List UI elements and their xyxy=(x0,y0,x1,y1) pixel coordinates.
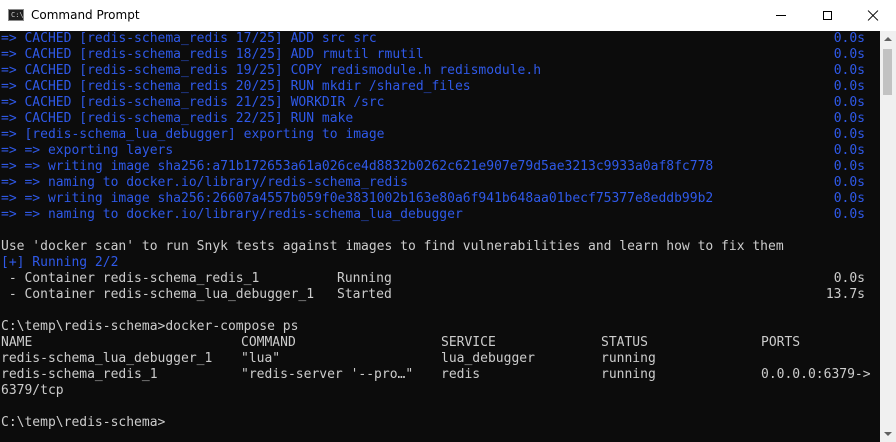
container-line: - Container redis-schema_redis_1 Running… xyxy=(1,271,865,286)
window-title: Command Prompt xyxy=(31,8,140,22)
running-status: [+] Running 2/2 xyxy=(1,255,119,270)
command-prompt-window: C:\ Command Prompt => CACHED [redis-sche… xyxy=(0,0,896,442)
console-output[interactable]: => CACHED [redis-schema_redis 17/25] ADD… xyxy=(0,31,880,442)
scroll-up-icon[interactable] xyxy=(884,37,892,41)
build-line: => CACHED [redis-schema_redis 19/25] COP… xyxy=(1,63,865,78)
title-bar[interactable]: C:\ Command Prompt xyxy=(0,0,896,31)
scrollbar-thumb[interactable] xyxy=(883,49,892,95)
build-line: => CACHED [redis-schema_redis 22/25] RUN… xyxy=(1,111,865,126)
vertical-scrollbar[interactable] xyxy=(880,31,896,442)
minimize-icon xyxy=(776,15,786,16)
build-line: => => writing image sha256:26607a4557b05… xyxy=(1,191,865,206)
build-line: => CACHED [redis-schema_redis 18/25] ADD… xyxy=(1,47,865,62)
ps-table-row: redis-schema_redis_1 "redis-server '--pr… xyxy=(1,367,871,382)
build-line: => CACHED [redis-schema_redis 20/25] RUN… xyxy=(1,79,865,94)
maximize-button[interactable] xyxy=(804,0,850,31)
container-line: - Container redis-schema_lua_debugger_1 … xyxy=(1,287,865,302)
build-line: => => naming to docker.io/library/redis-… xyxy=(1,207,865,222)
build-line: => => exporting layers 0.0s xyxy=(1,143,865,158)
cmd-icon[interactable]: C:\ xyxy=(8,9,24,21)
build-line: => CACHED [redis-schema_redis 17/25] ADD… xyxy=(1,31,865,46)
maximize-icon xyxy=(822,11,832,20)
ps-wrap-line: 6379/tcp xyxy=(1,383,64,398)
build-line: => => writing image sha256:a71b172653a61… xyxy=(1,159,865,174)
command-line: C:\temp\redis-schema>docker-compose ps xyxy=(1,319,299,334)
ps-table-header: NAME COMMAND SERVICE STATUS PORTS xyxy=(1,335,801,350)
close-icon xyxy=(867,10,879,22)
close-button[interactable] xyxy=(850,0,896,31)
scan-message: Use 'docker scan' to run Snyk tests agai… xyxy=(1,239,784,254)
build-line: => [redis-schema_lua_debugger] exporting… xyxy=(1,127,865,142)
minimize-button[interactable] xyxy=(758,0,804,31)
scroll-down-icon[interactable] xyxy=(884,432,892,436)
final-prompt[interactable]: C:\temp\redis-schema> xyxy=(1,415,880,431)
build-line: => => naming to docker.io/library/redis-… xyxy=(1,175,865,190)
cmd-icon-glyph: C:\ xyxy=(11,11,24,19)
build-line: => CACHED [redis-schema_redis 21/25] WOR… xyxy=(1,95,865,110)
ps-table-row: redis-schema_lua_debugger_1 "lua" lua_de… xyxy=(1,351,656,366)
